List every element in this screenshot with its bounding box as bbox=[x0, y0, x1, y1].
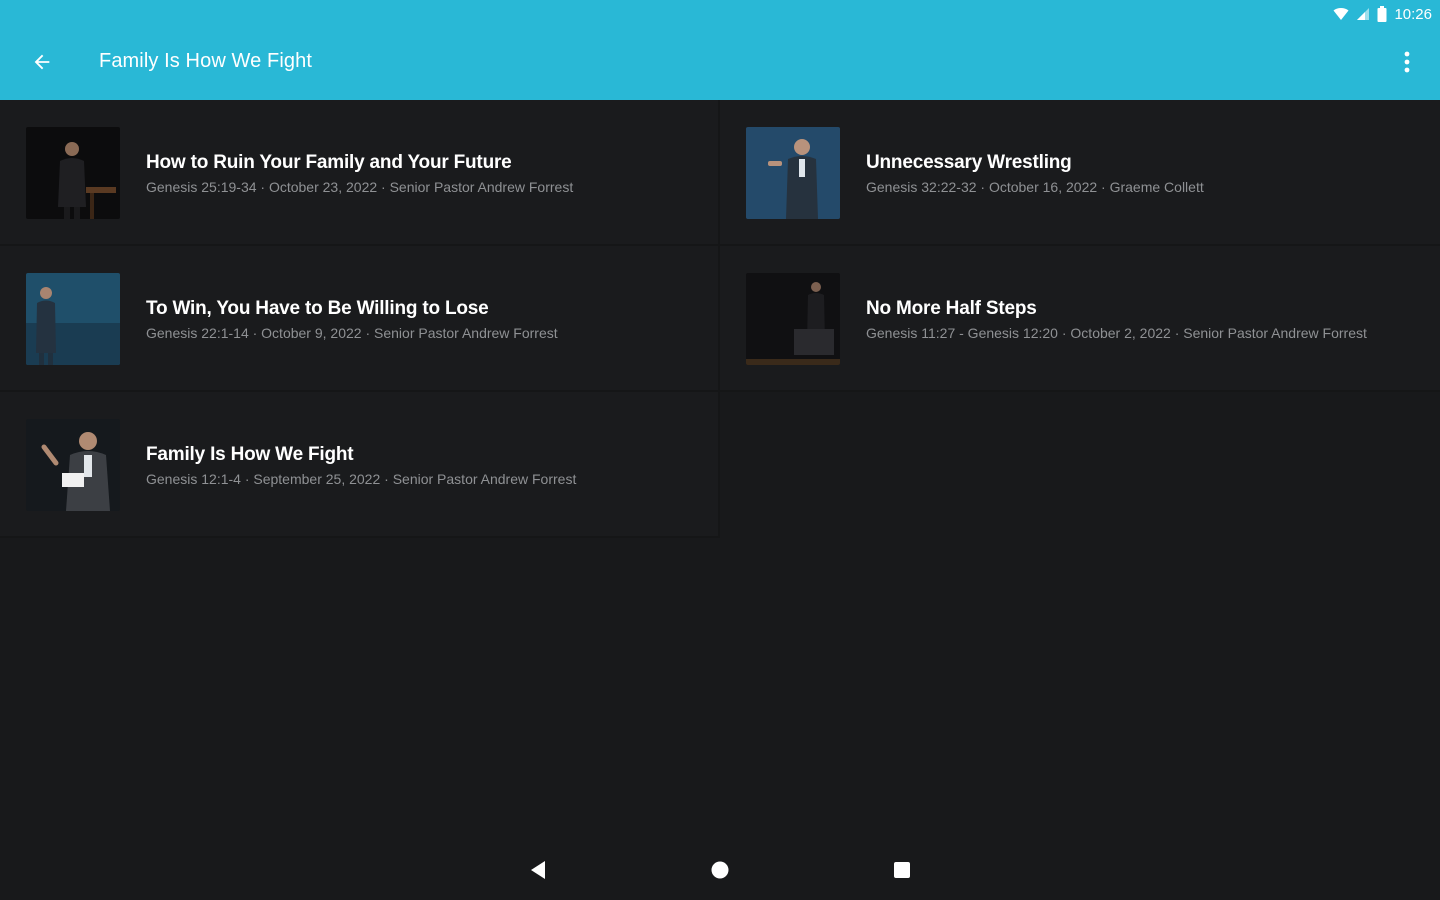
back-triangle-icon bbox=[528, 859, 548, 886]
sermon-thumbnail bbox=[26, 273, 120, 365]
nav-recents-button[interactable] bbox=[880, 850, 924, 894]
sermon-thumbnail bbox=[26, 419, 120, 511]
sermon-meta: Genesis 32:22-32 · October 16, 2022 · Gr… bbox=[866, 179, 1204, 195]
sermon-item[interactable]: To Win, You Have to Be Willing to Lose G… bbox=[0, 246, 720, 392]
battery-icon bbox=[1377, 6, 1387, 22]
sermon-thumbnail bbox=[746, 127, 840, 219]
sermon-thumbnail bbox=[746, 273, 840, 365]
sermon-thumbnail bbox=[26, 127, 120, 219]
page-title: Family Is How We Fight bbox=[99, 50, 312, 72]
sermon-meta: Genesis 12:1-4 · September 25, 2022 · Se… bbox=[146, 471, 577, 487]
sermon-title: To Win, You Have to Be Willing to Lose bbox=[146, 298, 489, 319]
status-time: 10:26 bbox=[1394, 5, 1432, 23]
sermon-item[interactable]: How to Ruin Your Family and Your Future … bbox=[0, 100, 720, 246]
more-vert-icon bbox=[1404, 51, 1410, 78]
sermon-title: Unnecessary Wrestling bbox=[866, 152, 1072, 173]
back-button[interactable] bbox=[22, 44, 62, 84]
sermon-item[interactable]: Unnecessary Wrestling Genesis 32:22-32 ·… bbox=[720, 100, 1440, 246]
sermon-meta: Genesis 11:27 - Genesis 12:20 · October … bbox=[866, 325, 1367, 341]
nav-back-button[interactable] bbox=[516, 850, 560, 894]
sermon-item[interactable]: No More Half Steps Genesis 11:27 - Genes… bbox=[720, 246, 1440, 392]
sermon-meta: Genesis 25:19-34 · October 23, 2022 · Se… bbox=[146, 179, 574, 195]
sermon-title: How to Ruin Your Family and Your Future bbox=[146, 152, 512, 173]
recents-square-icon bbox=[892, 860, 912, 885]
nav-home-button[interactable] bbox=[698, 850, 742, 894]
signal-icon bbox=[1356, 7, 1370, 21]
toolbar: Family Is How We Fight bbox=[0, 28, 1440, 100]
sermon-meta: Genesis 22:1-14 · October 9, 2022 · Seni… bbox=[146, 325, 558, 341]
sermon-item[interactable]: Family Is How We Fight Genesis 12:1-4 · … bbox=[0, 392, 720, 538]
overflow-menu-button[interactable] bbox=[1392, 46, 1422, 82]
wifi-icon bbox=[1333, 7, 1349, 21]
status-bar: 10:26 bbox=[1240, 0, 1440, 28]
app-bar: 10:26 Family Is How We Fight bbox=[0, 0, 1440, 100]
navigation-bar bbox=[0, 844, 1440, 900]
arrow-left-icon bbox=[31, 51, 53, 78]
sermon-title: No More Half Steps bbox=[866, 298, 1037, 319]
home-circle-icon bbox=[710, 860, 730, 885]
sermon-title: Family Is How We Fight bbox=[146, 444, 354, 465]
